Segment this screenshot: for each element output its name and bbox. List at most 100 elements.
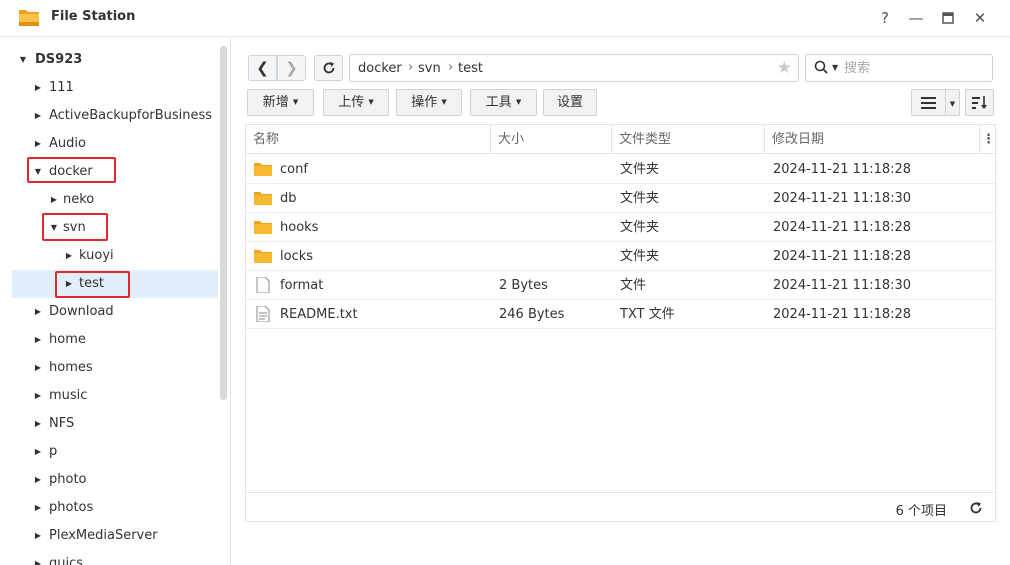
tree-item-neko[interactable]: ▶ neko xyxy=(12,186,218,214)
file-type: 文件夹 xyxy=(620,191,660,206)
caret-down-icon[interactable]: ▼ xyxy=(18,46,28,74)
minimize-icon[interactable]: — xyxy=(906,8,926,28)
breadcrumb-test[interactable]: test xyxy=(458,61,483,76)
column-header-name[interactable]: 名称 xyxy=(246,125,491,154)
caret-down-icon[interactable]: ▼ xyxy=(832,63,838,72)
caret-right-icon[interactable]: ▶ xyxy=(64,270,74,298)
tree-item-photo[interactable]: ▶ photo xyxy=(12,466,218,494)
tree-item-photos[interactable]: ▶ photos xyxy=(12,494,218,522)
table-row[interactable]: hooks 文件夹 2024-11-21 11:18:28 xyxy=(246,213,995,242)
tree-item-label: home xyxy=(49,332,86,347)
refresh-icon xyxy=(323,62,334,74)
help-icon[interactable]: ? xyxy=(875,8,895,28)
star-icon[interactable]: ★ xyxy=(777,58,792,78)
back-button[interactable]: ❮ xyxy=(248,55,277,81)
caret-down-icon: ▼ xyxy=(949,100,956,108)
tools-button[interactable]: 工具 ▼ xyxy=(470,89,537,116)
close-icon[interactable]: ✕ xyxy=(970,8,990,28)
file-name: format xyxy=(280,278,324,293)
file-type: 文件夹 xyxy=(620,249,660,264)
table-row[interactable]: README.txt 246 Bytes TXT 文件 2024-11-21 1… xyxy=(246,300,995,329)
settings-button[interactable]: 设置 xyxy=(543,89,597,116)
tree-item-download[interactable]: ▶ Download xyxy=(12,298,218,326)
caret-right-icon[interactable]: ▶ xyxy=(64,242,74,270)
folder-tree: ▼ DS923 ▶ 111 ▶ ActiveBackupforBusiness … xyxy=(0,38,231,565)
table-row[interactable]: format 2 Bytes 文件 2024-11-21 11:18:30 xyxy=(246,271,995,300)
table-row[interactable]: locks 文件夹 2024-11-21 11:18:28 xyxy=(246,242,995,271)
forward-button[interactable]: ❯ xyxy=(277,55,306,81)
tree-item-label: PlexMediaServer xyxy=(49,528,158,543)
maximize-icon[interactable] xyxy=(938,8,958,28)
table-row[interactable]: db 文件夹 2024-11-21 11:18:30 xyxy=(246,184,995,213)
sort-button[interactable] xyxy=(965,89,994,116)
tree-item-homes[interactable]: ▶ homes xyxy=(12,354,218,382)
tree-item-audio[interactable]: ▶ Audio xyxy=(12,130,218,158)
file-modified: 2024-11-21 11:18:28 xyxy=(773,162,912,177)
file-type: TXT 文件 xyxy=(620,307,675,322)
table-row[interactable]: conf 文件夹 2024-11-21 11:18:28 xyxy=(246,155,995,184)
file-type: 文件夹 xyxy=(620,162,660,177)
caret-right-icon[interactable]: ▶ xyxy=(33,438,43,466)
action-button[interactable]: 操作 ▼ xyxy=(396,89,462,116)
tree-item-activebackupforbusiness[interactable]: ▶ ActiveBackupforBusiness xyxy=(12,102,218,130)
sidebar-scrollbar[interactable] xyxy=(220,46,227,400)
tree-root-ds923[interactable]: ▼ DS923 xyxy=(12,46,218,74)
refresh-icon[interactable] xyxy=(969,497,983,519)
tree-item-home[interactable]: ▶ home xyxy=(12,326,218,354)
refresh-button[interactable] xyxy=(314,55,343,81)
caret-right-icon[interactable]: ▶ xyxy=(33,326,43,354)
caret-right-icon[interactable]: ▶ xyxy=(33,410,43,438)
action-button-label: 操作 xyxy=(411,95,438,110)
chevron-right-icon: ❯ xyxy=(285,59,298,77)
caret-right-icon[interactable]: ▶ xyxy=(33,130,43,158)
tree-item-label: 111 xyxy=(49,80,74,95)
caret-right-icon[interactable]: ▶ xyxy=(33,298,43,326)
column-header-size[interactable]: 大小 xyxy=(491,125,612,154)
create-button[interactable]: 新增 ▼ xyxy=(247,89,314,116)
tree-item-docker[interactable]: ▼ docker xyxy=(12,158,218,186)
path-bar[interactable]: docker › svn › test ★ xyxy=(349,54,799,82)
caret-right-icon[interactable]: ▶ xyxy=(33,382,43,410)
folder-icon xyxy=(254,250,272,263)
column-menu-icon[interactable]: ⋮ xyxy=(982,125,995,154)
item-count: 6 个项目 xyxy=(895,504,947,519)
folder-icon xyxy=(254,221,272,234)
caret-right-icon[interactable]: ▶ xyxy=(33,74,43,102)
view-options-button[interactable]: ▼ xyxy=(945,89,960,116)
tree-item-music[interactable]: ▶ music xyxy=(12,382,218,410)
caret-right-icon[interactable]: ▶ xyxy=(33,102,43,130)
tree-item-quics[interactable]: ▶ quics xyxy=(12,550,218,565)
tree-item-111[interactable]: ▶ 111 xyxy=(12,74,218,102)
search-box[interactable]: ▼ xyxy=(805,54,993,82)
tree-item-test[interactable]: ▶ test xyxy=(12,270,218,298)
sort-icon xyxy=(971,96,987,109)
caret-right-icon[interactable]: ▶ xyxy=(33,354,43,382)
file-name: locks xyxy=(280,249,314,264)
search-input[interactable] xyxy=(844,58,984,78)
file-icon xyxy=(256,277,270,293)
list-view-button[interactable] xyxy=(911,89,946,116)
column-header-type[interactable]: 文件类型 xyxy=(612,125,765,154)
file-modified: 2024-11-21 11:18:30 xyxy=(773,191,912,206)
caret-down-icon[interactable]: ▼ xyxy=(49,214,59,242)
breadcrumb-docker[interactable]: docker xyxy=(358,61,402,76)
column-header-modified[interactable]: 修改日期 xyxy=(765,125,980,154)
tree-item-kuoyi[interactable]: ▶ kuoyi xyxy=(12,242,218,270)
list-icon xyxy=(921,97,936,109)
caret-right-icon[interactable]: ▶ xyxy=(33,550,43,565)
caret-right-icon[interactable]: ▶ xyxy=(33,522,43,550)
upload-button[interactable]: 上传 ▼ xyxy=(323,89,389,116)
caret-right-icon[interactable]: ▶ xyxy=(33,466,43,494)
tree-item-label: photo xyxy=(49,472,87,487)
caret-right-icon[interactable]: ▶ xyxy=(33,494,43,522)
tree-item-plexmediaserver[interactable]: ▶ PlexMediaServer xyxy=(12,522,218,550)
caret-right-icon[interactable]: ▶ xyxy=(49,186,59,214)
breadcrumb-svn[interactable]: svn xyxy=(418,61,441,76)
caret-down-icon[interactable]: ▼ xyxy=(33,158,43,186)
search-icon[interactable] xyxy=(814,60,828,74)
caret-down-icon: ▼ xyxy=(368,98,374,106)
file-name: conf xyxy=(280,162,308,177)
tree-item-p[interactable]: ▶ p xyxy=(12,438,218,466)
tree-item-nfs[interactable]: ▶ NFS xyxy=(12,410,218,438)
tree-item-svn[interactable]: ▼ svn xyxy=(12,214,218,242)
